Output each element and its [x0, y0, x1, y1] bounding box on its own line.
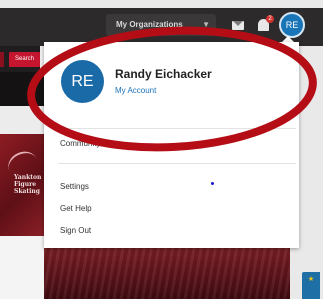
menu-item-sign-out[interactable]: Sign Out [60, 226, 91, 235]
search-accent [0, 52, 4, 67]
hero-image [44, 244, 290, 299]
user-name: Randy Eichacker [115, 67, 212, 81]
menu-item-settings[interactable]: Settings [60, 182, 89, 191]
menu-divider [58, 163, 296, 164]
user-avatar-button[interactable]: RE [279, 12, 305, 38]
chevron-down-icon: ▼ [202, 20, 210, 29]
organizations-dropdown-label: My Organizations [116, 20, 183, 29]
promo-text-line: Figure [14, 181, 37, 188]
organizations-dropdown[interactable]: My Organizations ▼ [106, 14, 216, 36]
promo-text-line: Skating [14, 188, 40, 195]
side-panel-bottom [0, 236, 44, 299]
menu-item-get-help[interactable]: Get Help [60, 204, 92, 213]
dark-banner [0, 72, 44, 106]
search-button[interactable]: Search [9, 52, 40, 67]
avatar: RE [61, 60, 104, 103]
mail-icon[interactable] [232, 21, 244, 30]
account-menu: RE Randy Eichacker My Account Community … [44, 42, 299, 248]
cursor-dot [211, 182, 214, 185]
browser-strip [0, 0, 323, 8]
side-panel [0, 106, 44, 134]
promo-logo-text: Yankton Figure Skating [14, 174, 41, 195]
menu-divider [58, 128, 296, 129]
promo-text-line: Yankton [14, 174, 42, 181]
notification-badge: 2 [266, 15, 274, 23]
menu-item-community-site[interactable]: Community Site [60, 139, 116, 148]
help-widget-button[interactable]: ★ [302, 272, 320, 299]
my-account-link[interactable]: My Account [115, 86, 156, 95]
